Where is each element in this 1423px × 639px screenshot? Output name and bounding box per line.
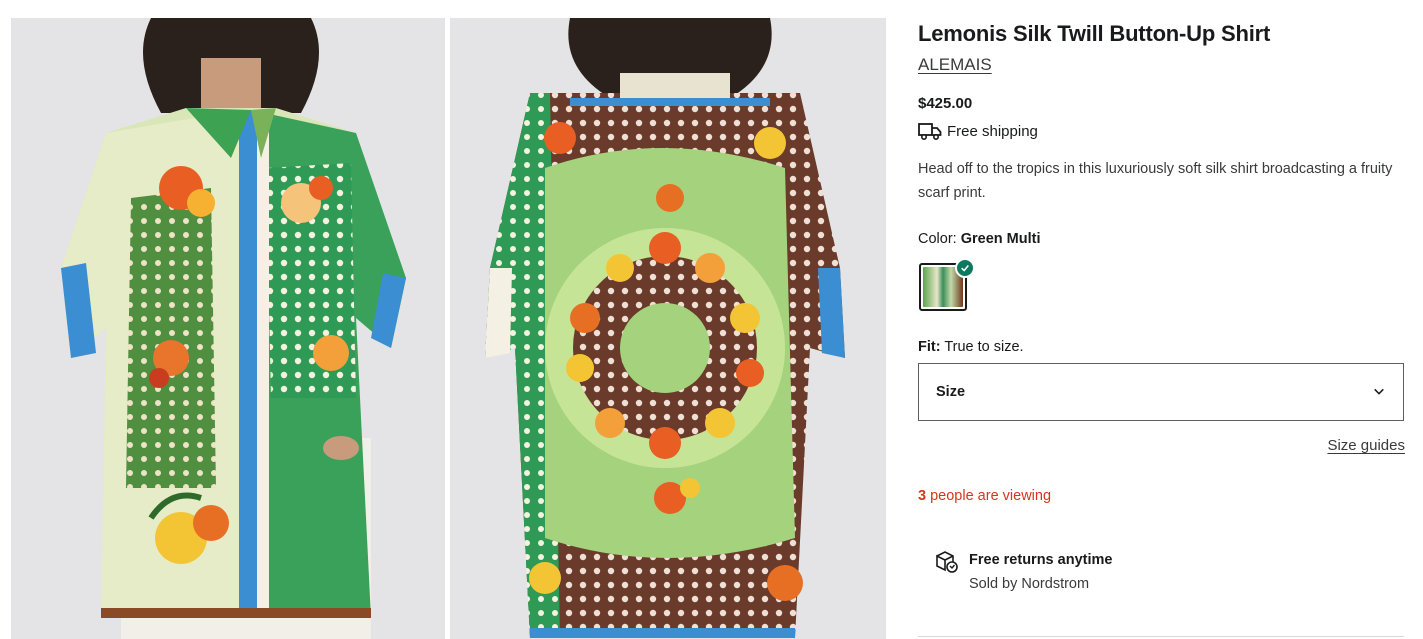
check-icon <box>955 258 975 278</box>
brand-link[interactable]: ALEMAIS <box>918 55 992 75</box>
product-title: Lemonis Silk Twill Button-Up Shirt <box>918 21 1271 46</box>
viewing-count: 3 people are viewing <box>918 488 1051 504</box>
product-description: Head off to the tropics in this luxuriou… <box>918 161 1393 201</box>
return-box-icon <box>933 548 959 596</box>
viewing-text: people are viewing <box>926 488 1052 504</box>
product-gallery <box>0 0 900 639</box>
color-value: Green Multi <box>960 231 1041 247</box>
size-guides-link[interactable]: Size guides <box>1327 437 1405 454</box>
fit-info: Fit: True to size. <box>918 339 1024 355</box>
chevron-down-icon <box>1373 384 1385 400</box>
viewing-number: 3 <box>918 488 927 504</box>
color-swatch-green-multi[interactable] <box>919 258 975 311</box>
returns-text: Free returns anytime Sold by Nordstrom <box>969 548 1112 596</box>
size-dropdown-label: Size <box>936 384 966 400</box>
size-dropdown[interactable]: Size <box>918 363 1404 421</box>
returns-info: Free returns anytime Sold by Nordstrom <box>933 548 1112 596</box>
truck-icon <box>918 121 942 141</box>
product-image-back[interactable] <box>450 18 886 639</box>
shipping-info: Free shipping <box>918 121 1038 141</box>
shipping-label: Free shipping <box>947 122 1038 140</box>
product-price: $425.00 <box>918 95 973 112</box>
fit-label: Fit: <box>918 339 941 355</box>
divider <box>918 636 1404 637</box>
product-details: Lemonis Silk Twill Button-Up Shirt ALEMA… <box>918 0 1405 639</box>
fit-value: True to size. <box>944 339 1024 355</box>
returns-seller: Sold by Nordstrom <box>969 576 1090 592</box>
color-label: Color: Green Multi <box>918 231 1040 247</box>
product-image-front[interactable] <box>11 18 445 639</box>
returns-title: Free returns anytime <box>969 552 1113 568</box>
color-label-text: Color: <box>918 231 957 247</box>
